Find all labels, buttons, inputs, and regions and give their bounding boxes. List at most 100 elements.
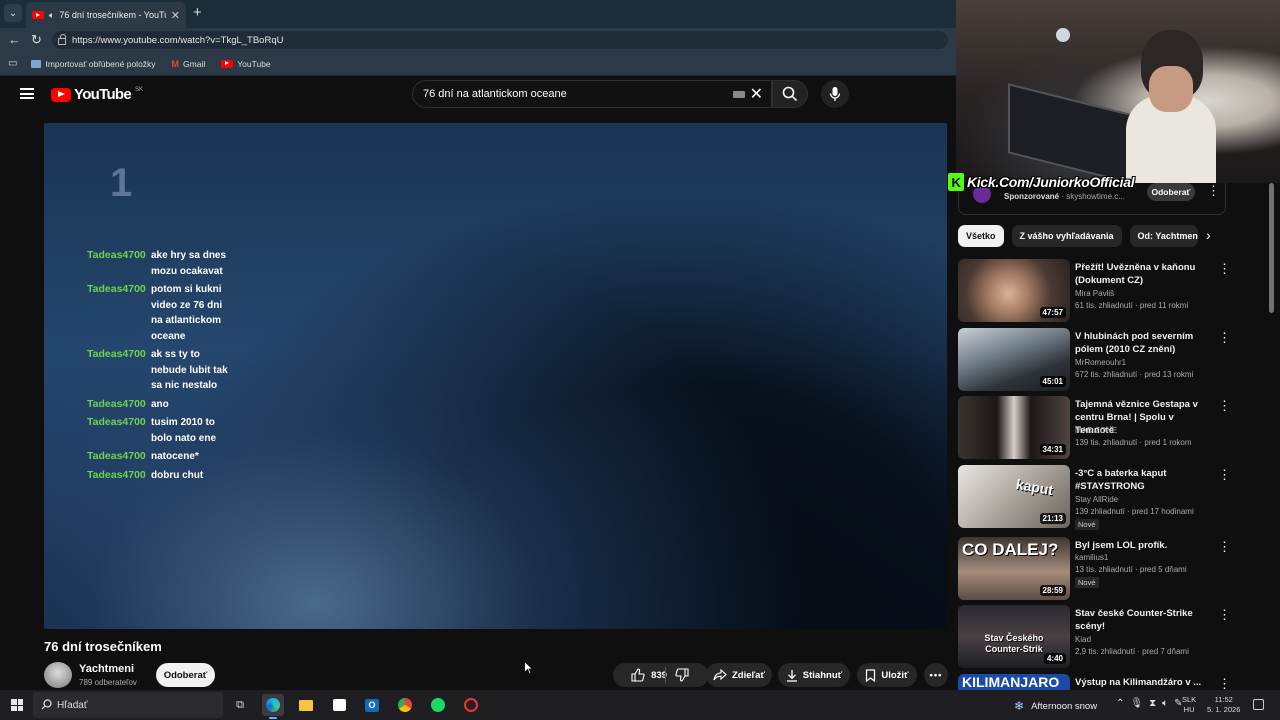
search-button[interactable]: [772, 80, 808, 108]
video-title[interactable]: Stav české Counter-Strike scény!: [1075, 607, 1210, 633]
video-meta: 672 tis. zhliadnutí · pred 13 rokmi: [1075, 370, 1194, 379]
bookmark-gmail[interactable]: M Gmail: [172, 59, 206, 69]
hamburger-menu-icon[interactable]: [20, 88, 34, 99]
clear-search-icon[interactable]: ✕: [750, 84, 763, 104]
dislike-button[interactable]: [675, 668, 689, 685]
list-item[interactable]: 45:01 V hlubinách pod severním pólem (20…: [958, 328, 1231, 392]
streaming-app-icon[interactable]: [460, 694, 482, 716]
video-title[interactable]: V hlubinách pod severním pólem (2010 CZ …: [1075, 330, 1210, 356]
bookmark-youtube[interactable]: YouTube: [221, 58, 271, 69]
more-vertical-icon[interactable]: ⋮: [1218, 398, 1231, 414]
store-icon[interactable]: [328, 694, 350, 716]
outlook-icon[interactable]: O: [361, 694, 383, 716]
chip-from-channel[interactable]: Od: Yachtmeni: [1129, 225, 1198, 247]
url-field[interactable]: https://www.youtube.com/watch?v=TkgL_TBo…: [52, 31, 948, 49]
bookmark-label: Gmail: [183, 58, 206, 69]
channel-name[interactable]: MrRomeouhr1: [1075, 358, 1126, 367]
clock[interactable]: 11:52 5. 1. 2026: [1207, 695, 1240, 715]
more-vertical-icon[interactable]: ⋮: [1218, 261, 1231, 277]
search-input[interactable]: 76 dní na atlantickom oceane ✕: [412, 80, 772, 108]
list-item[interactable]: Stav Českého Counter-Strik 4:40 Stav čes…: [958, 605, 1231, 669]
list-item[interactable]: 47:57 Přežít! Uvězněna v kaňonu (Dokumen…: [958, 259, 1231, 323]
chevron-right-icon[interactable]: ›: [1206, 227, 1211, 243]
more-vertical-icon[interactable]: ⋮: [1218, 330, 1231, 346]
weather-widget[interactable]: ❄ Afternoon snow: [1014, 699, 1097, 713]
more-vertical-icon[interactable]: ⋮: [1207, 183, 1220, 199]
edge-app-icon[interactable]: [262, 694, 284, 719]
url-text: https://www.youtube.com/watch?v=TkgL_TBo…: [72, 34, 284, 46]
channel-name[interactable]: Kiad: [1075, 635, 1091, 644]
video-title[interactable]: -3°C a baterka kaput #STAYSTRONG: [1075, 467, 1210, 493]
windows-start-icon[interactable]: [11, 699, 23, 711]
video-thumbnail[interactable]: Stav Českého Counter-Strik 4:40: [958, 605, 1070, 668]
list-item[interactable]: CO DALEJ? 28:59 Byl jsem LOL profík. kam…: [958, 537, 1231, 601]
youtube-header: YouTube SK 76 dní na atlantickom oceane …: [0, 76, 956, 116]
chrome-icon[interactable]: [394, 694, 416, 716]
language-switcher[interactable]: SLK HU: [1182, 695, 1196, 715]
kick-logo-icon: K: [948, 173, 964, 191]
video-thumbnail[interactable]: KILIMANJARO: [958, 674, 1070, 690]
taskbar-search-input[interactable]: Hľadať: [33, 692, 223, 718]
chevron-up-icon[interactable]: ⌃: [1116, 698, 1124, 709]
more-vertical-icon[interactable]: ⋮: [1218, 539, 1231, 555]
chip-from-search[interactable]: Z vášho vyhľadávania: [1011, 225, 1122, 247]
chat-text: tusim 2010 to bolo nato ene: [151, 417, 216, 444]
video-title[interactable]: Byl jsem LOL profík.: [1075, 539, 1210, 552]
save-button[interactable]: Uložiť: [857, 663, 917, 687]
sidebar-scrollbar[interactable]: [1269, 183, 1274, 313]
video-thumbnail[interactable]: 45:01: [958, 328, 1070, 391]
network-icon[interactable]: ⧗: [1149, 698, 1156, 709]
volume-icon[interactable]: 🔈︎: [1162, 698, 1168, 709]
kick-handle: Kick.Com/JuniorkoOfficial: [967, 174, 1135, 190]
bookmark-import[interactable]: Importovať obľúbené položky: [31, 59, 156, 69]
video-player[interactable]: 1 Tadeas4700 ake hry sa dnes mozu ocakava…: [44, 123, 947, 629]
bookmark-label: YouTube: [237, 58, 271, 69]
video-title[interactable]: Přežít! Uvězněna v kaňonu (Dokument CZ): [1075, 261, 1210, 287]
share-button[interactable]: Zdieľať: [706, 663, 772, 687]
subscribe-button[interactable]: Odoberať: [156, 663, 215, 687]
channel-avatar[interactable]: [44, 662, 72, 688]
video-thumbnail[interactable]: 47:57: [958, 259, 1070, 322]
notifications-icon[interactable]: [1253, 699, 1264, 710]
channel-name[interactable]: Mira Pavliš: [1075, 289, 1114, 298]
close-tab-icon[interactable]: ✕: [171, 9, 180, 22]
ad-subscribe-button[interactable]: Odoberať: [1147, 183, 1195, 201]
task-view-icon[interactable]: ⧉: [229, 694, 251, 716]
microphone-tray-icon[interactable]: 🎙︎: [1130, 698, 1143, 709]
more-vertical-icon[interactable]: ⋮: [1218, 676, 1226, 690]
channel-name[interactable]: Yachtmeni: [79, 663, 134, 675]
video-thumbnail[interactable]: 34:31: [958, 396, 1070, 459]
voice-search-button[interactable]: [821, 80, 849, 108]
tab-actions-menu-icon[interactable]: ⌄: [4, 4, 22, 22]
more-vertical-icon[interactable]: ⋮: [1218, 467, 1231, 483]
like-button[interactable]: 839: [631, 668, 667, 682]
channel-name[interactable]: kamilius1: [1075, 553, 1108, 562]
reload-icon[interactable]: ↻: [31, 32, 42, 48]
more-actions-button[interactable]: •••: [924, 663, 948, 687]
tab-youtube[interactable]: 🔈︎ 76 dní trosečníkem - YouTube ✕: [26, 2, 186, 28]
download-button[interactable]: Stiahnuť: [778, 663, 850, 687]
list-item[interactable]: 34:31 Tajemná věznice Gestapa v centru B…: [958, 396, 1231, 460]
back-arrow-icon[interactable]: ←: [8, 32, 21, 47]
file-explorer-icon[interactable]: [295, 694, 317, 716]
thumbnail-text: Stav Českého Counter-Strik: [984, 633, 1044, 654]
video-thumbnail[interactable]: kaput 21:13: [958, 465, 1070, 528]
video-thumbnail[interactable]: CO DALEJ? 28:59: [958, 537, 1070, 600]
ad-sponsored-label: Sponzorované: [1004, 192, 1060, 201]
sidebar-toggle-icon[interactable]: ▭: [8, 58, 17, 69]
video-meta: 61 tis. zhliadnutí · pred 11 rokmi: [1075, 301, 1189, 310]
channel-name[interactable]: Stay AllRide: [1075, 495, 1118, 504]
chip-all[interactable]: Všetko: [958, 225, 1004, 247]
system-tray: ⌃ 🎙︎ ⧗ 🔈︎ ✎: [1116, 698, 1183, 709]
list-item[interactable]: KILIMANJARO Výstup na Kilimandžáro v ...…: [958, 674, 1226, 690]
more-vertical-icon[interactable]: ⋮: [1218, 607, 1231, 623]
video-title[interactable]: Výstup na Kilimandžáro v ...: [1075, 676, 1210, 689]
audio-playing-icon[interactable]: 🔈︎: [49, 10, 54, 21]
keyboard-icon[interactable]: [733, 91, 745, 98]
spotify-icon[interactable]: [427, 694, 449, 716]
channel-name[interactable]: MAD ZONE: [1075, 426, 1117, 435]
list-item[interactable]: kaput 21:13 -3°C a baterka kaput #STAYST…: [958, 465, 1231, 530]
youtube-logo[interactable]: YouTube SK: [51, 86, 143, 103]
chat-message: Tadeas4700 ano: [87, 397, 277, 413]
new-tab-icon[interactable]: +: [193, 4, 202, 21]
